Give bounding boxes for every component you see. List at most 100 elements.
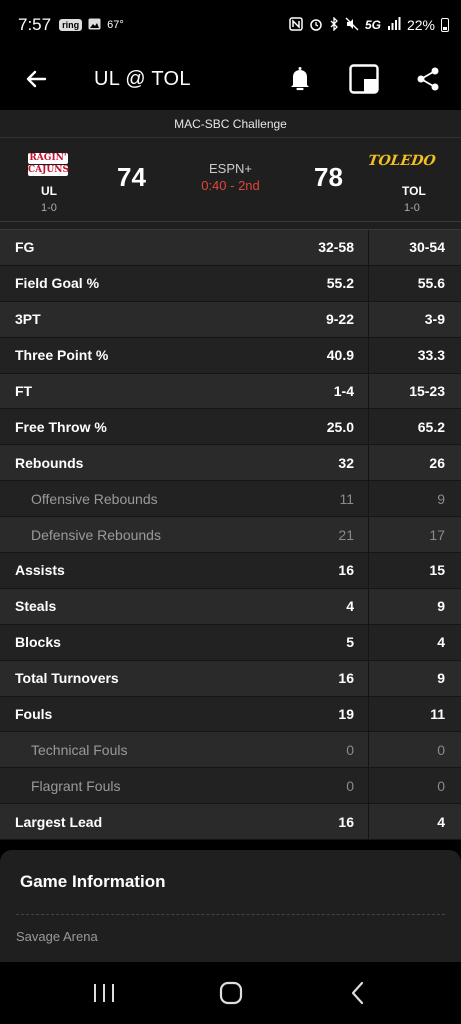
stat-row: Field Goal % 55.2 55.6 (0, 265, 461, 302)
divider (0, 222, 461, 230)
stat-value-tol: 3-9 (424, 311, 445, 328)
share-button[interactable] (413, 64, 443, 94)
scoreboard: RAGIN' CAJUNS UL 1-0 74 ESPN+ 0:40 - 2nd… (0, 138, 461, 222)
status-right-icons: 5G 22% (289, 15, 449, 34)
recent-apps-button[interactable] (84, 973, 124, 1013)
stat-value-ul: 55.2 (299, 265, 369, 301)
stat-row: Largest Lead 16 4 (0, 804, 461, 841)
stat-row: Rebounds 32 26 (0, 445, 461, 482)
arrow-left-icon (26, 70, 47, 88)
stat-value-ul: 21 (299, 517, 369, 553)
bluetooth-icon (329, 15, 339, 34)
stat-label: Defensive Rebounds (31, 526, 161, 543)
stat-label: Steals (15, 598, 57, 615)
away-score: 78 (314, 162, 343, 192)
home-team-record: 1-0 (41, 202, 57, 214)
stat-value-tol: 65.2 (417, 418, 445, 435)
stat-label: FT (15, 383, 33, 399)
stat-value-ul: 16 (299, 553, 369, 588)
home-icon (219, 981, 242, 1005)
system-nav-bar (0, 962, 461, 1024)
stat-label: Three Point % (15, 347, 109, 364)
stat-value-tol: 11 (430, 706, 445, 723)
stat-row: Assists 16 15 (0, 553, 461, 589)
event-name: MAC-SBC Challenge (0, 110, 461, 138)
stat-row: Three Point % 40.9 33.3 (0, 337, 461, 374)
stat-value-tol: 9 (437, 598, 445, 615)
stat-label: Flagrant Fouls (31, 777, 121, 794)
stat-label: Largest Lead (15, 813, 103, 830)
stat-value-tol: 0 (437, 777, 445, 794)
stat-row: Blocks 5 4 (0, 624, 461, 661)
nfc-icon (289, 16, 303, 34)
stat-value-tol: 15-23 (409, 383, 445, 399)
status-time: 7:57 (18, 15, 52, 34)
team-stats-table: FG 32-58 30-54 Field Goal % 55.2 55.6 3PT 9-22 3… (0, 230, 461, 841)
app-bar: UL @ TOL (0, 50, 461, 108)
stat-label: Rebounds (15, 454, 84, 471)
stat-value-ul: 0 (299, 732, 369, 768)
picture-in-picture-icon (349, 64, 379, 94)
back-icon (351, 981, 363, 1005)
stat-row: Steals 4 9 (0, 588, 461, 625)
home-button[interactable] (211, 973, 251, 1013)
stat-value-tol: 55.6 (417, 275, 445, 292)
stat-label: Blocks (15, 634, 61, 651)
stat-value-ul: 11 (299, 481, 369, 517)
stat-value-ul: 32-58 (299, 230, 369, 265)
tol-logo[interactable]: TOLEDO (366, 153, 436, 169)
stat-value-ul: 16 (299, 804, 369, 840)
stat-value-ul: 1-4 (299, 373, 369, 409)
ring-icon: ring (59, 19, 83, 31)
stat-row: FG 32-58 30-54 (0, 230, 461, 266)
content-scroll[interactable]: MAC-SBC Challenge RAGIN' CAJUNS UL 1-0 7… (0, 110, 461, 962)
stat-value-ul: 19 (299, 696, 369, 732)
stat-value-tol: 26 (429, 454, 445, 471)
stat-row: Offensive Rebounds 11 9 (0, 481, 461, 518)
stat-label: 3PT (15, 311, 41, 328)
stat-value-tol: 30-54 (409, 239, 445, 256)
bell-icon (291, 67, 309, 91)
battery-icon (441, 18, 449, 32)
stat-row: Fouls 19 11 (0, 696, 461, 733)
stat-label: Field Goal % (15, 275, 100, 292)
status-bar: 7:57 ring 67° 5G 22% (0, 0, 461, 50)
stat-value-tol: 9 (437, 670, 445, 687)
notifications-button[interactable] (285, 64, 315, 94)
stat-label: FG (15, 239, 35, 256)
stat-row: Total Turnovers 16 9 (0, 660, 461, 697)
stat-value-tol: 0 (437, 741, 445, 758)
stat-label: Free Throw % (15, 418, 107, 435)
status-left-icons: ring 67° (59, 18, 124, 33)
stat-value-ul: 9-22 (299, 301, 369, 337)
stat-label: Assists (15, 562, 65, 579)
venue-name: Savage Arena (16, 929, 98, 945)
image-icon (88, 18, 101, 33)
game-clock: 0:40 - 2nd (201, 178, 260, 193)
stat-label: Technical Fouls (31, 741, 128, 758)
stat-value-ul: 0 (299, 768, 369, 804)
away-team-abbr: TOL (402, 184, 426, 198)
picture-in-picture-button[interactable] (349, 64, 379, 94)
page-title: UL @ TOL (94, 67, 191, 90)
boxscore-card: MAC-SBC Challenge RAGIN' CAJUNS UL 1-0 7… (0, 110, 461, 841)
stat-row: Free Throw % 25.0 65.2 (0, 409, 461, 446)
stat-value-tol: 17 (429, 526, 445, 543)
stat-value-tol: 15 (429, 562, 445, 579)
away-team-record: 1-0 (404, 202, 420, 214)
stat-value-ul: 25.0 (299, 409, 369, 445)
back-arrow-button[interactable] (22, 65, 50, 93)
game-information-title: Game Information (20, 872, 166, 892)
alarm-icon (309, 17, 323, 34)
battery-percent: 22% (406, 17, 435, 33)
stat-value-ul: 4 (299, 588, 369, 624)
share-icon (417, 67, 439, 91)
back-button[interactable] (338, 973, 378, 1013)
stat-label: Offensive Rebounds (31, 490, 158, 507)
game-information-card: Game Information Savage Arena (0, 850, 461, 962)
signal-icon (387, 17, 401, 33)
temperature: 67° (107, 19, 124, 31)
stat-value-ul: 16 (299, 660, 369, 696)
mute-icon (345, 17, 359, 34)
network-type: 5G (364, 18, 381, 32)
